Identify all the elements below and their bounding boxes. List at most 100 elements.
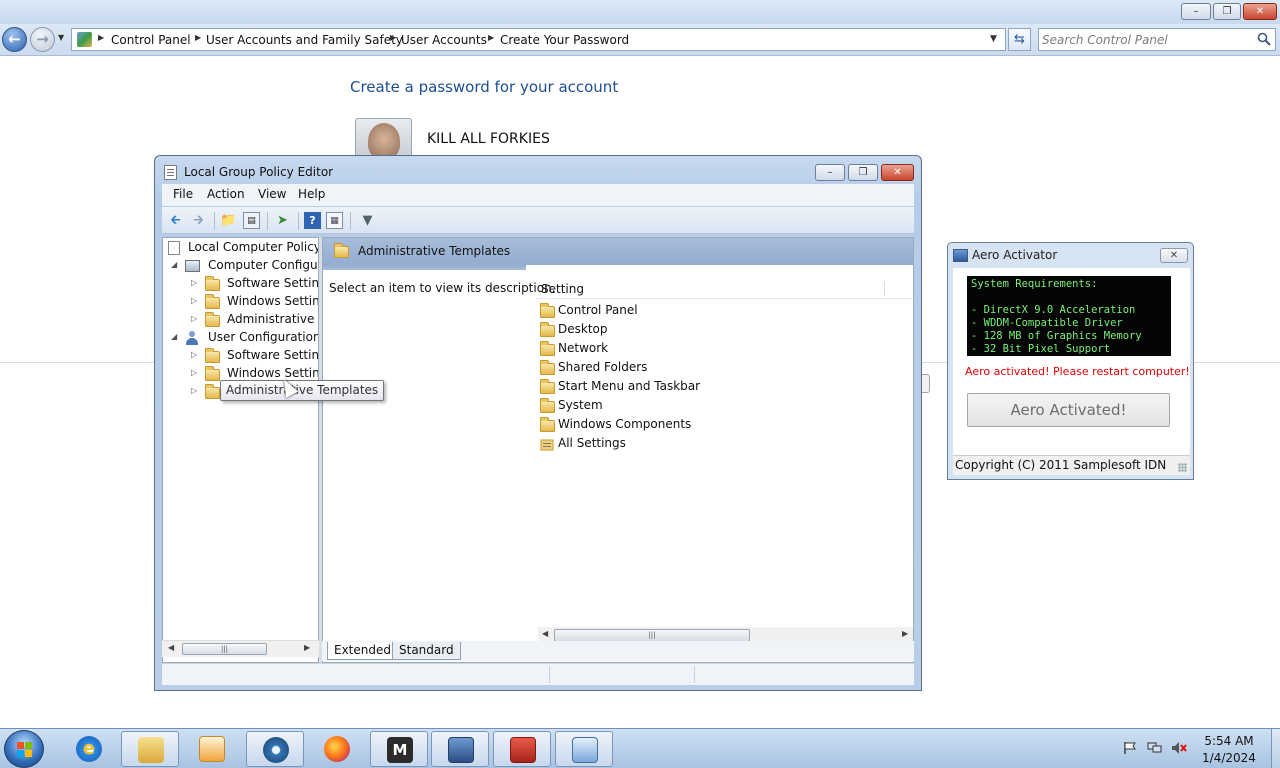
breadcrumb-create-your-password[interactable]: Create Your Password xyxy=(500,33,629,47)
folder-icon xyxy=(540,322,555,337)
taskbar-m-app-button[interactable]: M xyxy=(370,731,428,767)
export-list-icon[interactable]: ➤ xyxy=(274,212,291,229)
taskbar-firefox-button[interactable] xyxy=(308,731,366,767)
search-box[interactable] xyxy=(1038,28,1276,51)
minimize-button[interactable]: – xyxy=(815,164,845,181)
console-line: - 128 MB of Graphics Memory xyxy=(971,330,1142,342)
tree-item-local-computer-policy[interactable]: Local Computer Policy xyxy=(168,239,318,257)
address-field[interactable]: ▶ Control Panel ▶ User Accounts and Fami… xyxy=(71,28,1006,51)
tooltip: Administrative Templates xyxy=(220,380,385,401)
breadcrumb-separator-icon[interactable]: ▶ xyxy=(488,33,494,42)
action-center-flag-icon[interactable] xyxy=(1123,741,1137,755)
taskbar-toolbox-button[interactable] xyxy=(493,731,551,767)
properties-icon[interactable]: ▦ xyxy=(326,212,343,229)
taskbar-explorer-button[interactable] xyxy=(121,731,179,767)
refresh-button[interactable]: ⇆ xyxy=(1008,28,1031,51)
tree-item-computer-configuration[interactable]: ◢ Computer Configura xyxy=(171,257,318,275)
tree-item-software-settings[interactable]: ▷ Software Settings xyxy=(191,275,318,293)
expand-arrow-icon[interactable]: ▷ xyxy=(191,386,197,395)
close-button[interactable]: ✕ xyxy=(881,164,914,181)
breadcrumb-separator-icon[interactable]: ▶ xyxy=(195,33,201,42)
column-divider[interactable] xyxy=(884,282,885,296)
tree-item-administrative-templates[interactable]: ▷ Administrative Te xyxy=(191,311,318,329)
address-dropdown-icon[interactable]: ▼ xyxy=(990,34,997,44)
taskbar-console-button[interactable] xyxy=(431,731,489,767)
clock-time[interactable]: 5:54 AM xyxy=(1190,734,1268,748)
taskbar-ie-button[interactable]: e xyxy=(60,731,118,767)
scroll-left-arrow-icon[interactable]: ◀ xyxy=(168,643,174,652)
breadcrumb-control-panel[interactable]: Control Panel xyxy=(111,33,191,47)
folder-icon xyxy=(540,379,555,394)
clock-date[interactable]: 1/4/2024 xyxy=(1190,751,1268,765)
show-desktop-button[interactable] xyxy=(1271,729,1280,768)
console-line: System Requirements: xyxy=(971,278,1098,290)
collapse-arrow-icon[interactable]: ◢ xyxy=(171,332,177,341)
volume-muted-icon[interactable] xyxy=(1171,741,1187,755)
search-input[interactable] xyxy=(1042,31,1252,48)
show-hide-tree-icon[interactable]: ▤ xyxy=(243,212,260,229)
tab-standard[interactable]: Standard xyxy=(392,642,461,660)
tree-item-software-settings[interactable]: ▷ Software Settings xyxy=(191,347,318,365)
toolbar: 🡰 🡲 📁 ▤ ➤ ? ▦ ▼ xyxy=(162,207,914,234)
expand-arrow-icon[interactable]: ▷ xyxy=(191,278,197,287)
expand-arrow-icon[interactable]: ▷ xyxy=(191,296,197,305)
taskbar-browser-button[interactable] xyxy=(246,731,304,767)
menu-view[interactable]: View xyxy=(258,187,286,201)
column-header-setting[interactable]: Setting xyxy=(536,280,913,299)
folder-icon xyxy=(205,294,220,309)
status-message: Aero activated! Please restart computer! xyxy=(965,365,1190,378)
start-button[interactable] xyxy=(4,730,44,768)
breadcrumb-user-accounts[interactable]: User Accounts xyxy=(401,33,487,47)
toolbar-separator xyxy=(350,212,351,230)
taskbar-network-button[interactable] xyxy=(555,731,613,767)
recent-pages-dropdown[interactable]: ▼ xyxy=(58,33,64,42)
header-tab-shape xyxy=(323,265,526,270)
maximize-button[interactable]: ❐ xyxy=(1213,3,1241,20)
scroll-left-arrow-icon[interactable]: ◀ xyxy=(542,629,548,638)
aero-activated-button[interactable]: Aero Activated! xyxy=(967,393,1170,427)
search-icon[interactable] xyxy=(1257,32,1271,46)
menu-action[interactable]: Action xyxy=(207,187,245,201)
expand-arrow-icon[interactable]: ▷ xyxy=(191,350,197,359)
forward-arrow-icon[interactable]: 🡲 xyxy=(190,212,207,229)
tab-extended[interactable]: Extended xyxy=(327,642,398,660)
policy-document-icon xyxy=(164,165,177,180)
close-button[interactable]: ✕ xyxy=(1160,248,1188,263)
folder-icon xyxy=(205,348,220,363)
forward-button[interactable]: → xyxy=(30,27,55,52)
network-settings-icon xyxy=(572,737,598,763)
expand-arrow-icon[interactable]: ▷ xyxy=(191,368,197,377)
menu-bar: File Action View Help xyxy=(162,184,914,206)
scroll-right-arrow-icon[interactable]: ▶ xyxy=(902,629,908,638)
copyright-text: Copyright (C) 2011 Samplesoft IDN xyxy=(955,458,1167,472)
window-title: Local Group Policy Editor xyxy=(184,165,334,179)
scrollbar-thumb[interactable]: ||| xyxy=(182,643,267,655)
tree-item-windows-settings[interactable]: ▷ Windows Setting xyxy=(191,293,318,311)
back-arrow-icon[interactable]: 🡰 xyxy=(167,212,184,229)
toolbox-icon xyxy=(510,737,536,763)
tree-item-user-configuration[interactable]: ◢ User Configuration xyxy=(171,329,318,347)
tree-horizontal-scrollbar[interactable]: ◀ ||| ▶ xyxy=(162,640,319,657)
network-tray-icon[interactable] xyxy=(1147,741,1163,755)
expand-arrow-icon[interactable]: ▷ xyxy=(191,314,197,323)
up-folder-icon[interactable]: 📁 xyxy=(220,212,237,229)
group-policy-editor-window: Local Group Policy Editor – ❐ ✕ File Act… xyxy=(154,155,922,691)
control-panel-titlebar: – ❐ ✕ xyxy=(0,0,1280,24)
menu-help[interactable]: Help xyxy=(298,187,325,201)
collapse-arrow-icon[interactable]: ◢ xyxy=(171,260,177,269)
menu-file[interactable]: File xyxy=(173,187,193,201)
help-icon[interactable]: ? xyxy=(304,212,321,229)
resize-grip[interactable] xyxy=(1178,463,1187,472)
minimize-button[interactable]: – xyxy=(1181,3,1211,20)
breadcrumb-separator-icon[interactable]: ▶ xyxy=(390,33,396,42)
filter-icon[interactable]: ▼ xyxy=(359,212,376,229)
scroll-right-arrow-icon[interactable]: ▶ xyxy=(304,643,310,652)
page-title: Create a password for your account xyxy=(350,78,619,96)
breadcrumb-separator-icon[interactable]: ▶ xyxy=(98,33,104,42)
taskbar-media-button[interactable] xyxy=(183,731,241,767)
back-button[interactable]: ← xyxy=(2,27,27,52)
restore-button[interactable]: ❐ xyxy=(848,164,878,181)
close-button[interactable]: ✕ xyxy=(1243,3,1277,20)
content-header: Administrative Templates xyxy=(323,238,913,265)
breadcrumb-user-accounts-family-safety[interactable]: User Accounts and Family Safety xyxy=(206,33,403,47)
